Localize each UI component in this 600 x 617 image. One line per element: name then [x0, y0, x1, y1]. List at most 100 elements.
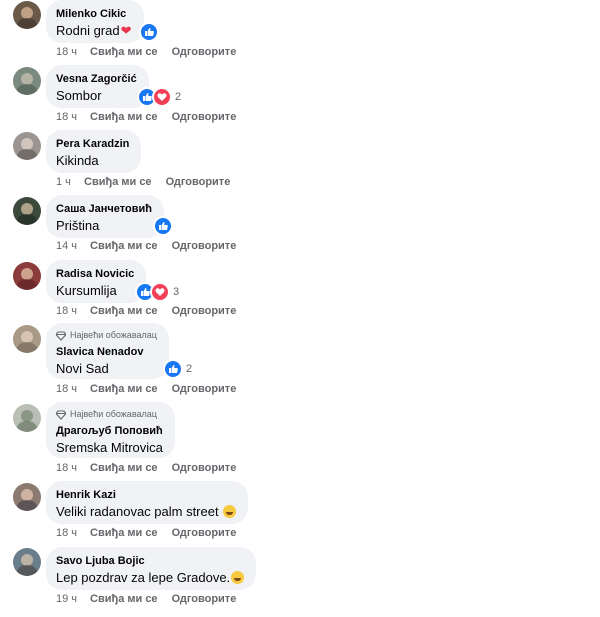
- like-link[interactable]: Свиђа ми се: [90, 462, 158, 474]
- comment-text-content: Rodni grad: [56, 23, 120, 38]
- reactions[interactable]: 3: [135, 282, 179, 302]
- reply-link[interactable]: Одговорите: [172, 240, 237, 252]
- comment-text: Lep pozdrav za lepe Gradove.: [56, 569, 245, 587]
- reactions[interactable]: [139, 22, 159, 42]
- reply-link[interactable]: Одговорите: [172, 593, 237, 605]
- top-fan-badge: Највећи обожавалац: [56, 409, 163, 420]
- comment-meta: 18 ч Свиђа ми се Одговорите: [56, 111, 236, 123]
- comment-meta: 18 ч Свиђа ми се Одговорите: [56, 46, 236, 58]
- avatar[interactable]: [13, 483, 41, 511]
- badge-label: Највећи обожавалац: [70, 330, 157, 340]
- comment-meta: 19 ч Свиђа ми се Одговорите: [56, 593, 236, 605]
- reply-link[interactable]: Одговорите: [172, 111, 237, 123]
- comment-bubble: Саша Јанчетовић Priština: [46, 195, 164, 238]
- like-reaction-icon: [153, 216, 173, 236]
- diamond-icon: [56, 409, 66, 420]
- avatar[interactable]: [13, 548, 41, 576]
- reply-link[interactable]: Одговорите: [172, 527, 237, 539]
- like-link[interactable]: Свиђа ми се: [90, 383, 158, 395]
- comment-meta: 18 ч Свиђа ми се Одговорите: [56, 527, 236, 539]
- like-link[interactable]: Свиђа ми се: [84, 176, 152, 188]
- comment-item: Највећи обожавалац Slavica Nenadov Novi …: [0, 323, 600, 395]
- comment-bubble: Највећи обожавалац Драгољуб Поповић Srem…: [46, 402, 175, 458]
- comment-time[interactable]: 14 ч: [56, 240, 90, 252]
- comment-bubble: Radisa Novicic Kursumlija: [46, 260, 147, 303]
- reaction-count: 3: [173, 286, 180, 298]
- reply-link[interactable]: Одговорите: [172, 305, 237, 317]
- commenter-name[interactable]: Драгољуб Поповић: [56, 424, 163, 438]
- comment-text: Rodni grad❤: [56, 22, 132, 40]
- comment-bubble: Savo Ljuba Bojic Lep pozdrav za lepe Gra…: [46, 547, 257, 590]
- comment-time[interactable]: 18 ч: [56, 527, 90, 539]
- comment-meta: 14 ч Свиђа ми се Одговорите: [56, 240, 236, 252]
- love-reaction-icon: [152, 87, 172, 107]
- comment-time[interactable]: 18 ч: [56, 305, 90, 317]
- reply-link[interactable]: Одговорите: [172, 46, 237, 58]
- comment-text: Novi Sad: [56, 361, 109, 376]
- like-link[interactable]: Свиђа ми се: [90, 593, 158, 605]
- comment-meta: 18 ч Свиђа ми се Одговорите: [56, 383, 236, 395]
- comment-bubble: Milenko Cikic Rodni grad❤: [46, 0, 144, 43]
- comment-text: Priština: [56, 218, 100, 233]
- like-link[interactable]: Свиђа ми се: [90, 305, 158, 317]
- heart-emoji-icon: ❤: [120, 23, 132, 38]
- reaction-count: 2: [175, 91, 182, 103]
- commenter-name[interactable]: Radisa Novicic: [56, 267, 134, 281]
- smile-emoji-icon: [222, 505, 236, 518]
- reactions[interactable]: [153, 216, 173, 236]
- reply-link[interactable]: Одговорите: [166, 176, 231, 188]
- comment-bubble: Vesna Zagorčić Sombor: [46, 65, 149, 108]
- comment-bubble: Највећи обожавалац Slavica Nenadov Novi …: [46, 323, 169, 379]
- comment-time[interactable]: 18 ч: [56, 46, 90, 58]
- reactions[interactable]: 2: [163, 359, 192, 379]
- avatar[interactable]: [13, 197, 41, 225]
- reaction-count: 2: [186, 363, 193, 375]
- comment-time[interactable]: 18 ч: [56, 111, 90, 123]
- comment-time[interactable]: 18 ч: [56, 383, 90, 395]
- comment-item: Vesna Zagorčić Sombor 2 18 ч Свиђа ми се…: [0, 65, 600, 135]
- comment-item: Саша Јанчетовић Priština 14 ч Свиђа ми с…: [0, 195, 600, 265]
- avatar[interactable]: [13, 404, 41, 432]
- diamond-icon: [56, 330, 66, 341]
- commenter-name[interactable]: Саша Јанчетовић: [56, 202, 152, 216]
- commenter-name[interactable]: Milenko Cikic: [56, 7, 132, 21]
- comment-text: Sombor: [56, 88, 102, 103]
- commenter-name[interactable]: Slavica Nenadov: [56, 345, 157, 359]
- comment-item: Milenko Cikic Rodni grad❤ 18 ч Свиђа ми …: [0, 0, 600, 70]
- like-link[interactable]: Свиђа ми се: [90, 46, 158, 58]
- reply-link[interactable]: Одговорите: [172, 462, 237, 474]
- like-link[interactable]: Свиђа ми се: [90, 527, 158, 539]
- commenter-name[interactable]: Pera Karadzin: [56, 137, 129, 151]
- badge-label: Највећи обожавалац: [70, 409, 157, 419]
- comment-bubble: Pera Karadzin Kikinda: [46, 130, 142, 173]
- top-fan-badge: Највећи обожавалац: [56, 330, 157, 341]
- comment-meta: 18 ч Свиђа ми се Одговорите: [56, 305, 236, 317]
- avatar[interactable]: [13, 325, 41, 353]
- comment-bubble: Henrik Kazi Veliki radanovac palm street: [46, 481, 248, 524]
- commenter-name[interactable]: Henrik Kazi: [56, 488, 236, 502]
- comment-text: Veliki radanovac palm street: [56, 503, 236, 521]
- comment-item: Pera Karadzin Kikinda 1 ч Свиђа ми се Од…: [0, 130, 600, 200]
- comment-text: Kikinda: [56, 153, 99, 168]
- comment-item: Savo Ljuba Bojic Lep pozdrav za lepe Gra…: [0, 547, 600, 617]
- comment-time[interactable]: 18 ч: [56, 462, 90, 474]
- comment-time[interactable]: 19 ч: [56, 593, 90, 605]
- comment-item: Henrik Kazi Veliki radanovac palm street…: [0, 481, 600, 551]
- commenter-name[interactable]: Vesna Zagorčić: [56, 72, 137, 86]
- comment-text: Kursumlija: [56, 283, 117, 298]
- avatar[interactable]: [13, 262, 41, 290]
- avatar[interactable]: [13, 1, 41, 29]
- reply-link[interactable]: Одговорите: [172, 383, 237, 395]
- comment-meta: 18 ч Свиђа ми се Одговорите: [56, 462, 236, 474]
- comment-time[interactable]: 1 ч: [56, 176, 84, 188]
- avatar[interactable]: [13, 67, 41, 95]
- reactions[interactable]: 2: [137, 87, 181, 107]
- love-reaction-icon: [150, 282, 170, 302]
- like-link[interactable]: Свиђа ми се: [90, 111, 158, 123]
- comment-text-content: Veliki radanovac palm street: [56, 504, 219, 519]
- like-link[interactable]: Свиђа ми се: [90, 240, 158, 252]
- avatar[interactable]: [13, 132, 41, 160]
- commenter-name[interactable]: Savo Ljuba Bojic: [56, 554, 244, 568]
- comment-text-content: Lep pozdrav za lepe Gradove.: [56, 570, 231, 585]
- smile-emoji-icon: [231, 571, 245, 584]
